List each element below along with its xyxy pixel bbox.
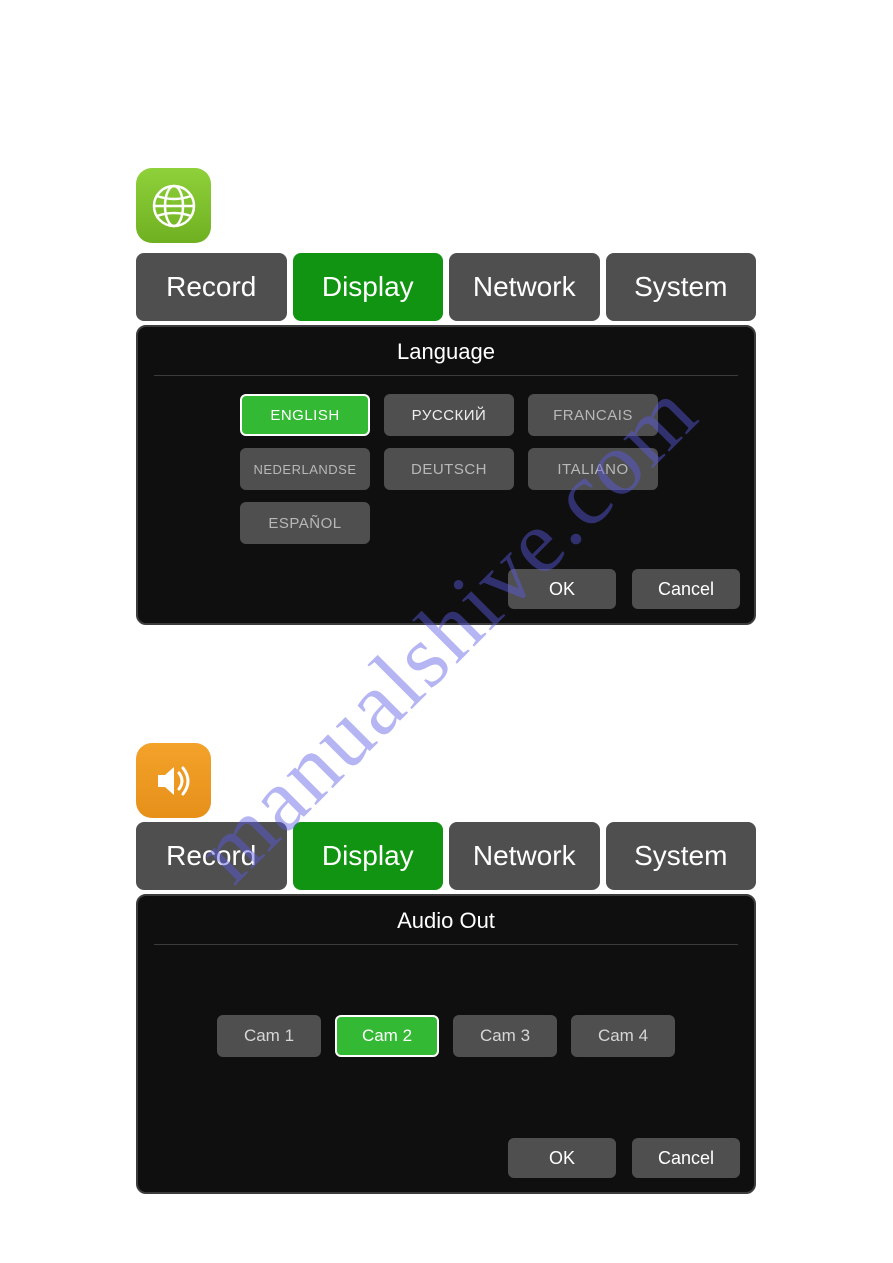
speaker-icon [150,757,198,805]
lang-option-deutsch[interactable]: DEUTSCH [384,448,514,490]
lang-option-francais[interactable]: FRANCAIS [528,394,658,436]
panel-body: Language ENGLISH РУССКИЙ FRANCAIS NEDERL… [136,325,756,625]
lang-option-english[interactable]: ENGLISH [240,394,370,436]
globe-app-icon [136,168,211,243]
cam-option-1[interactable]: Cam 1 [217,1015,321,1057]
panel-title: Audio Out [154,904,738,945]
ok-button[interactable]: OK [508,1138,616,1178]
language-grid: ENGLISH РУССКИЙ FRANCAIS NEDERLANDSE DEU… [240,394,742,544]
cancel-button[interactable]: Cancel [632,1138,740,1178]
dialog-footer: OK Cancel [508,1138,740,1178]
audio-app-icon [136,743,211,818]
tabs-row: Record Display Network System [136,822,756,890]
cam-option-3[interactable]: Cam 3 [453,1015,557,1057]
lang-option-russian[interactable]: РУССКИЙ [384,394,514,436]
globe-icon [150,182,198,230]
lang-option-italiano[interactable]: ITALIANO [528,448,658,490]
tab-display[interactable]: Display [293,822,444,890]
tab-record[interactable]: Record [136,253,287,321]
tab-system[interactable]: System [606,253,757,321]
tabs-row: Record Display Network System [136,253,756,321]
cam-option-2[interactable]: Cam 2 [335,1015,439,1057]
tab-system[interactable]: System [606,822,757,890]
camera-row: Cam 1 Cam 2 Cam 3 Cam 4 [150,1015,742,1057]
panel-title: Language [154,335,738,376]
tab-network[interactable]: Network [449,253,600,321]
lang-option-espanol[interactable]: ESPAÑOL [240,502,370,544]
settings-panel-audio: Record Display Network System Audio Out … [136,822,756,1194]
lang-option-nederlandse[interactable]: NEDERLANDSE [240,448,370,490]
tab-display[interactable]: Display [293,253,444,321]
panel-body: Audio Out Cam 1 Cam 2 Cam 3 Cam 4 OK Can… [136,894,756,1194]
cancel-button[interactable]: Cancel [632,569,740,609]
cam-option-4[interactable]: Cam 4 [571,1015,675,1057]
dialog-footer: OK Cancel [508,569,740,609]
settings-panel-language: Record Display Network System Language E… [136,253,756,625]
tab-network[interactable]: Network [449,822,600,890]
tab-record[interactable]: Record [136,822,287,890]
ok-button[interactable]: OK [508,569,616,609]
